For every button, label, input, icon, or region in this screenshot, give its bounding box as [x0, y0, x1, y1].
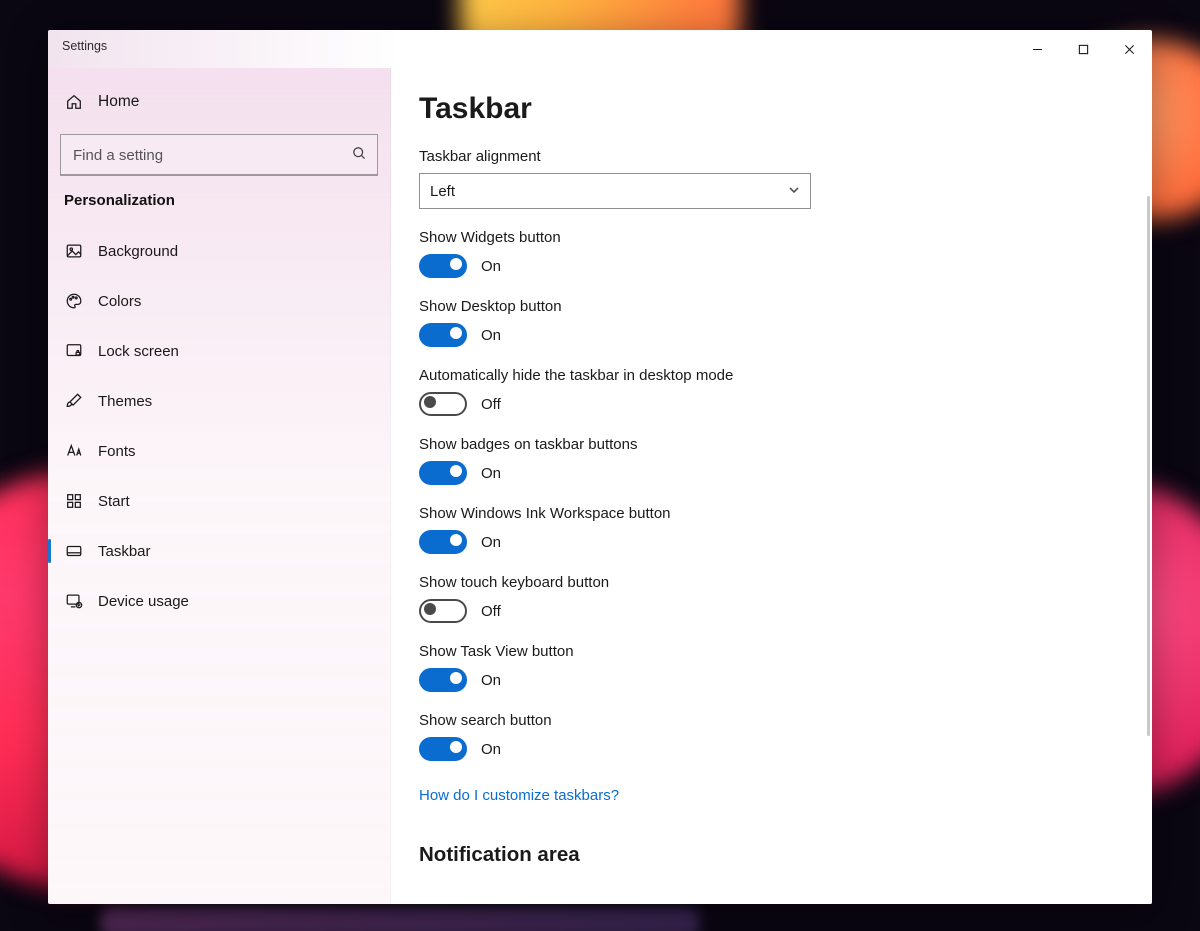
toggle-row: Automatically hide the taskbar in deskto…: [419, 367, 1144, 416]
lockscreen-icon: [64, 341, 84, 361]
brush-icon: [64, 391, 84, 411]
toggle-row: Show Windows Ink Workspace button On: [419, 505, 1144, 554]
chevron-down-icon: [788, 183, 800, 200]
alignment-dropdown[interactable]: Left: [419, 173, 811, 209]
sidebar-item-label: Lock screen: [98, 343, 179, 360]
palette-icon: [64, 291, 84, 311]
search-input[interactable]: [71, 146, 351, 165]
titlebar: Settings: [48, 30, 1152, 68]
sidebar-item-background[interactable]: Background: [48, 227, 390, 275]
toggle-label: Show Windows Ink Workspace button: [419, 505, 1144, 522]
toggle-state: Off: [481, 603, 501, 620]
toggle-state: On: [481, 327, 501, 344]
maximize-button[interactable]: [1060, 30, 1106, 68]
content-pane: Taskbar Taskbar alignment Left Show Widg…: [391, 68, 1152, 904]
page-title: Taskbar: [419, 92, 1144, 126]
toggle-label: Show touch keyboard button: [419, 574, 1144, 591]
toggle-label: Show Widgets button: [419, 229, 1144, 246]
sidebar-item-taskbar[interactable]: Taskbar: [48, 527, 390, 575]
scrollbar[interactable]: [1147, 196, 1150, 736]
sidebar-item-themes[interactable]: Themes: [48, 377, 390, 425]
toggle-label: Show Desktop button: [419, 298, 1144, 315]
toggle-switch[interactable]: [419, 599, 467, 623]
image-icon: [64, 241, 84, 261]
toggle-state: On: [481, 465, 501, 482]
sidebar-item-start[interactable]: Start: [48, 477, 390, 525]
fonts-icon: [64, 441, 84, 461]
search-box[interactable]: [60, 134, 378, 176]
toggle-state: On: [481, 258, 501, 275]
toggle-switch[interactable]: [419, 668, 467, 692]
toggle-row: Show Desktop button On: [419, 298, 1144, 347]
home-icon: [64, 92, 84, 112]
sidebar-item-fonts[interactable]: Fonts: [48, 427, 390, 475]
toggle-label: Show Task View button: [419, 643, 1144, 660]
toggle-label: Show badges on taskbar buttons: [419, 436, 1144, 453]
toggle-state: On: [481, 672, 501, 689]
taskbar-icon: [64, 541, 84, 561]
device-usage-icon: [64, 591, 84, 611]
start-icon: [64, 491, 84, 511]
toggle-switch[interactable]: [419, 737, 467, 761]
sidebar-home-label: Home: [98, 93, 139, 111]
search-icon: [351, 145, 367, 166]
sidebar: Home Personalization Background Colo: [48, 68, 391, 904]
toggle-state: On: [481, 534, 501, 551]
sidebar-item-label: Device usage: [98, 593, 189, 610]
sidebar-item-label: Background: [98, 243, 178, 260]
sidebar-category: Personalization: [48, 190, 390, 225]
sidebar-item-label: Taskbar: [98, 543, 151, 560]
toggle-switch[interactable]: [419, 323, 467, 347]
toggle-state: Off: [481, 396, 501, 413]
alignment-label: Taskbar alignment: [419, 148, 1144, 165]
toggle-switch[interactable]: [419, 254, 467, 278]
sidebar-item-lockscreen[interactable]: Lock screen: [48, 327, 390, 375]
toggle-row: Show Task View button On: [419, 643, 1144, 692]
help-link[interactable]: How do I customize taskbars?: [419, 787, 619, 804]
sidebar-home[interactable]: Home: [48, 78, 390, 126]
alignment-value: Left: [430, 183, 455, 200]
toggle-state: On: [481, 741, 501, 758]
toggle-switch[interactable]: [419, 530, 467, 554]
sidebar-item-label: Fonts: [98, 443, 136, 460]
sidebar-item-label: Start: [98, 493, 130, 510]
toggle-row: Show badges on taskbar buttons On: [419, 436, 1144, 485]
window-title: Settings: [62, 39, 107, 53]
toggle-switch[interactable]: [419, 392, 467, 416]
sidebar-item-colors[interactable]: Colors: [48, 277, 390, 325]
sidebar-item-device-usage[interactable]: Device usage: [48, 577, 390, 625]
toggle-label: Show search button: [419, 712, 1144, 729]
settings-window: Settings Home Personaliza: [48, 30, 1152, 904]
toggle-switch[interactable]: [419, 461, 467, 485]
sidebar-item-label: Colors: [98, 293, 141, 310]
close-button[interactable]: [1106, 30, 1152, 68]
sidebar-item-label: Themes: [98, 393, 152, 410]
minimize-button[interactable]: [1014, 30, 1060, 68]
toggle-row: Show Widgets button On: [419, 229, 1144, 278]
toggle-label: Automatically hide the taskbar in deskto…: [419, 367, 1144, 384]
section-notification-area: Notification area: [419, 843, 1144, 867]
toggle-row: Show search button On: [419, 712, 1144, 761]
toggle-row: Show touch keyboard button Off: [419, 574, 1144, 623]
